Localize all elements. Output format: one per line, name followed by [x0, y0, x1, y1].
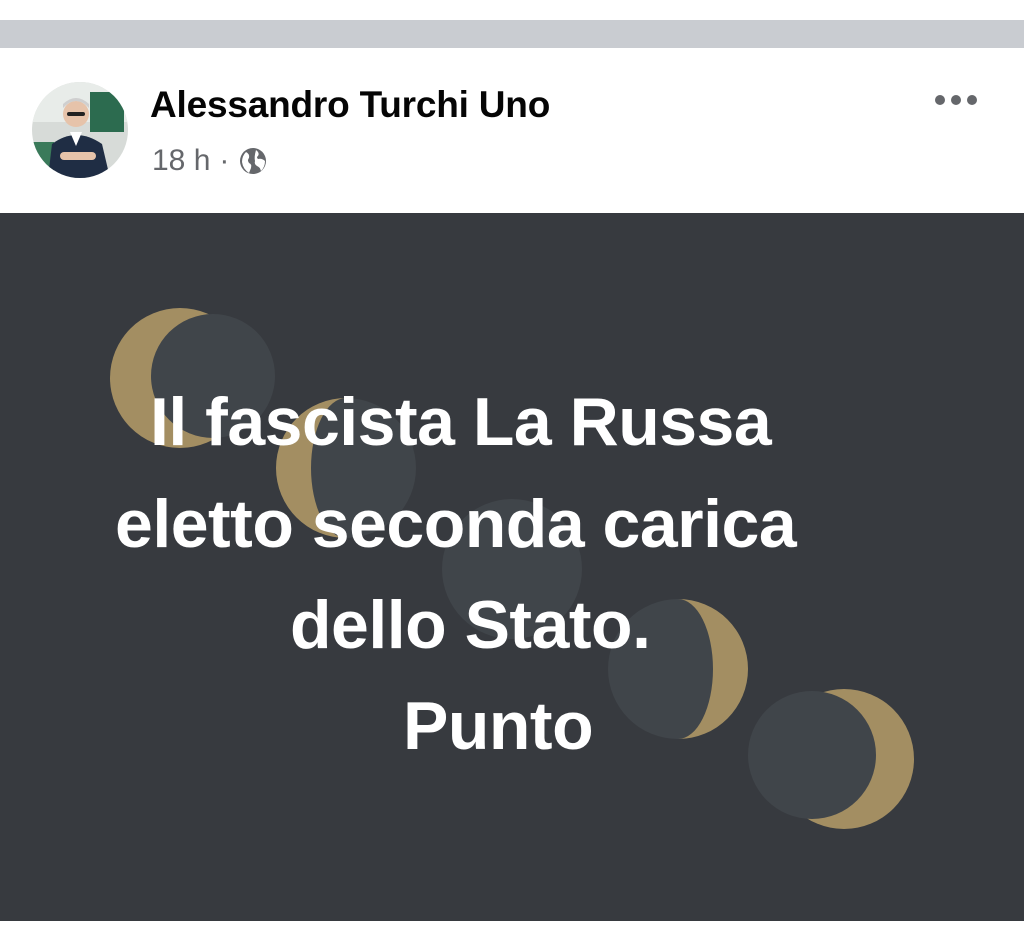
post-image[interactable]: Il fascista La Russa eletto seconda cari…: [0, 213, 1024, 921]
post-meta: 18 h ·: [152, 143, 268, 179]
post-text-line: dello Stato.: [290, 587, 651, 663]
post-timestamp[interactable]: 18 h: [152, 144, 210, 178]
feed-divider: [0, 20, 1024, 48]
post-footer-edge: [0, 921, 1024, 950]
post-text-line: Punto: [403, 688, 594, 764]
globe-icon[interactable]: [238, 146, 268, 176]
more-options-button[interactable]: [928, 84, 984, 116]
meta-separator: ·: [219, 144, 230, 177]
post-image-text: Il fascista La Russa eletto seconda cari…: [0, 213, 1024, 921]
post-text-line: Il fascista La Russa: [150, 384, 772, 460]
post-text-line: eletto seconda carica: [115, 486, 797, 562]
author-avatar[interactable]: [32, 82, 128, 178]
author-name[interactable]: Alessandro Turchi Uno: [150, 84, 550, 126]
more-horizontal-icon: [935, 95, 977, 105]
post-header: Alessandro Turchi Uno 18 h ·: [0, 48, 1024, 213]
